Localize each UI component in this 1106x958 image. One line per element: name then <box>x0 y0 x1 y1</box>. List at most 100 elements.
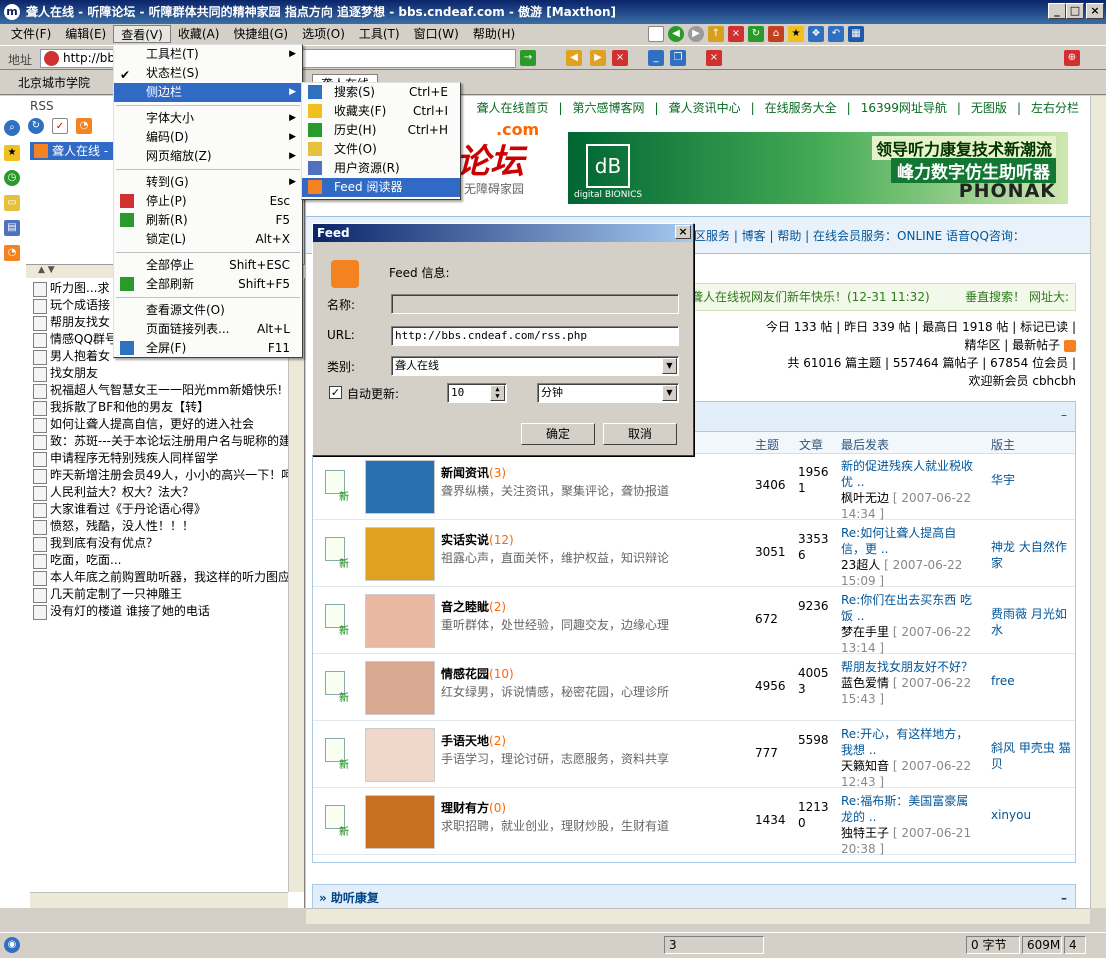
interval-spinner[interactable]: 10 ▲ ▼ <box>447 383 507 403</box>
forum-name[interactable]: 情感花园(10) <box>441 665 514 682</box>
last-post-title[interactable]: 帮朋友找女朋友好不好？ <box>841 660 973 674</box>
stats-links[interactable]: 精华区 | 最新帖子 <box>964 338 1060 352</box>
forward-icon[interactable]: ▶ <box>688 26 704 42</box>
site-logo[interactable]: .com 论坛 无障碍家园 <box>456 120 556 200</box>
dialog-close-button[interactable]: × <box>675 225 691 239</box>
feed-entry[interactable]: 没有灯的楼道 谁接了她的电话 <box>30 603 302 620</box>
chevron-down-icon[interactable]: ▼ <box>662 385 677 401</box>
auto-update-checkbox[interactable]: ✓ <box>329 386 342 399</box>
feed-entry[interactable]: 人民利益大？权大？法大？ <box>30 484 302 501</box>
back-icon[interactable]: ◀ <box>668 26 684 42</box>
name-field[interactable] <box>391 294 679 314</box>
feed-entry[interactable]: 昨天新增注册会员49人，小小的高兴一下！呵呵 <box>30 467 302 484</box>
unit-select[interactable]: 分钟 ▼ <box>537 383 679 403</box>
favorite-star-icon[interactable]: ★ <box>788 26 804 42</box>
home-icon[interactable]: ⌂ <box>768 26 784 42</box>
maxthon-app-icon[interactable]: m <box>4 4 20 20</box>
feed-entry[interactable]: 祝福超人气智慧女王一一阳光mm新婚快乐! <box>30 382 302 399</box>
last-post-title[interactable]: 新的促进残疾人就业税收优 .. <box>841 459 973 489</box>
forum-row[interactable]: 新 实话实说(12) 祖露心声，直面关怀，维护权益，知识辩论 3051 3353… <box>313 521 1075 588</box>
content-horizontal-scrollbar[interactable] <box>306 908 1090 924</box>
sidebar-submenu-item[interactable]: 历史(H) Ctrl+H <box>302 121 460 140</box>
last-post-title[interactable]: Re:如何让聋人提高自信，更 .. <box>841 526 956 556</box>
forum-thumbnail[interactable] <box>365 728 435 782</box>
category-select[interactable]: 聋人在线 ▼ <box>391 356 679 376</box>
forum-thumbnail[interactable] <box>365 594 435 648</box>
view-menu-item[interactable]: 侧边栏 ▶ <box>114 83 302 102</box>
last-post-user[interactable]: 梦在手里 <box>841 625 889 639</box>
feed-entry[interactable]: 如何让聋人提高自信，更好的进入社会 <box>30 416 302 433</box>
new-page-icon[interactable] <box>648 26 664 42</box>
feed-entry[interactable]: 致：苏斑---关于本论坛注册用户名与昵称的建议 <box>30 433 302 450</box>
forum-row[interactable]: 新 理财有方(0) 求职招聘，就业创业，理财炒股，生财有道 1434 12130… <box>313 789 1075 856</box>
minimize-button[interactable]: _ <box>1048 3 1066 19</box>
tab-beijing-city-college[interactable]: 北京城市学院 <box>10 74 98 94</box>
forum-moderators[interactable]: 斜风 甲壳虫 猫贝 <box>991 740 1075 772</box>
url-field[interactable]: http://bbs.cndeaf.com/rss.php <box>391 326 679 346</box>
forum-moderators[interactable]: 华宇 <box>991 472 1015 488</box>
content-vertical-scrollbar[interactable] <box>1090 96 1106 908</box>
view-menu-item[interactable]: 全部刷新 Shift+F5 <box>114 275 302 294</box>
feed-entry[interactable]: 大家谁看过《于丹论语心得》 <box>30 501 302 518</box>
forum-title[interactable]: 音之睦眦 <box>441 600 489 614</box>
last-post-user[interactable]: 蓝色爱情 <box>841 676 889 690</box>
menu-item-2[interactable]: 查看(V) <box>113 25 171 43</box>
menu-item-4[interactable]: 快捷组(G) <box>226 25 295 43</box>
collapse-icon[interactable]: – <box>1061 408 1067 422</box>
forum-name[interactable]: 理财有方(0) <box>441 799 506 816</box>
vertical-search-link[interactable]: 垂直搜索！ 网址大: <box>965 284 1069 310</box>
nav-link[interactable]: 聋人资讯中心 <box>669 101 741 115</box>
announcement-text[interactable]: 聋人在线祝网友们新年快乐！(12-31 11:32) <box>691 284 930 310</box>
forum-name[interactable]: 实话实说(12) <box>441 531 514 548</box>
feed-entry[interactable]: 几天前定制了一只神雕王 <box>30 586 302 603</box>
feed-entry[interactable]: 找女朋友 <box>30 365 302 382</box>
prev-tab-icon[interactable]: ◀ <box>566 50 582 66</box>
forum-moderators[interactable]: free <box>991 673 1015 689</box>
nav-link[interactable]: 在线服务大全 <box>765 101 837 115</box>
forum-title[interactable]: 新闻资讯 <box>441 466 489 480</box>
chevron-down-icon[interactable]: ▼ <box>662 358 677 374</box>
forum-moderators[interactable]: 神龙 大自然作家 <box>991 539 1075 571</box>
section-hearing-rehab[interactable]: » 助听康复 – <box>312 884 1076 908</box>
sidebar-rss-icon[interactable]: ◔ <box>76 118 92 134</box>
nav-link[interactable]: 左右分栏 <box>1031 101 1079 115</box>
last-post-user[interactable]: 23超人 <box>841 558 880 572</box>
search-icon[interactable]: ⌕ <box>4 120 20 136</box>
phonak-ad-banner[interactable]: dB digital BIONICS 领导听力康复技术新潮流 峰力数字仿生助听器… <box>568 132 1068 204</box>
forum-row[interactable]: 新 手语天地(2) 手语学习，理论讨研，志愿服务，资料共享 777 5598 R… <box>313 722 1075 789</box>
menu-item-0[interactable]: 文件(F) <box>4 25 58 43</box>
close-button[interactable]: × <box>1086 3 1104 19</box>
maximize-button[interactable]: □ <box>1066 3 1084 19</box>
view-menu-item[interactable]: 全屏(F) F11 <box>114 339 302 358</box>
plugin-icon[interactable]: ❖ <box>808 26 824 42</box>
view-menu-item[interactable]: 页面链接列表... Alt+L <box>114 320 302 339</box>
forum-title[interactable]: 理财有方 <box>441 801 489 815</box>
nav-link[interactable]: 16399网址导航 <box>861 101 947 115</box>
last-post-user[interactable]: 天籁知音 <box>841 759 889 773</box>
feed-entry[interactable]: 愤怒，残酷，没人性！！！ <box>30 518 302 535</box>
menu-item-5[interactable]: 选项(O) <box>295 25 352 43</box>
up-icon[interactable]: ↑ <box>708 26 724 42</box>
forum-thumbnail[interactable] <box>365 661 435 715</box>
menu-item-7[interactable]: 窗口(W) <box>407 25 466 43</box>
close-tab-icon[interactable]: × <box>612 50 628 66</box>
nav-link[interactable]: 无图版 <box>971 101 1007 115</box>
view-menu-item[interactable]: 字体大小 ▶ <box>114 109 302 128</box>
feed-icon[interactable]: ◔ <box>4 245 20 261</box>
sidebar-horizontal-scrollbar[interactable] <box>30 892 288 908</box>
feed-entry[interactable]: 吃面，吃面... <box>30 552 302 569</box>
forum-title[interactable]: 实话实说 <box>441 533 489 547</box>
rss-icon[interactable] <box>1064 339 1076 352</box>
forum-moderators[interactable]: 费雨薇 月光如水 <box>991 606 1075 638</box>
view-menu-item[interactable]: 转到(G) ▶ <box>114 173 302 192</box>
status-icons[interactable]: 3 <box>664 936 764 954</box>
menu-item-3[interactable]: 收藏(A) <box>171 25 227 43</box>
feed-entry[interactable]: 申请程序无特别残疾人同样留学 <box>30 450 302 467</box>
last-post-user[interactable]: 枫叶无边 <box>841 491 889 505</box>
minimize-tab-icon[interactable]: _ <box>648 50 664 66</box>
view-menu-item[interactable]: ✔ 状态栏(S) <box>114 64 302 83</box>
stats-newmember[interactable]: 欢迎新会员 cbhcbh <box>766 372 1076 390</box>
sidebar-submenu-item[interactable]: Feed 阅读器 <box>302 178 460 197</box>
forum-thumbnail[interactable] <box>365 460 435 514</box>
forum-title[interactable]: 手语天地 <box>441 734 489 748</box>
